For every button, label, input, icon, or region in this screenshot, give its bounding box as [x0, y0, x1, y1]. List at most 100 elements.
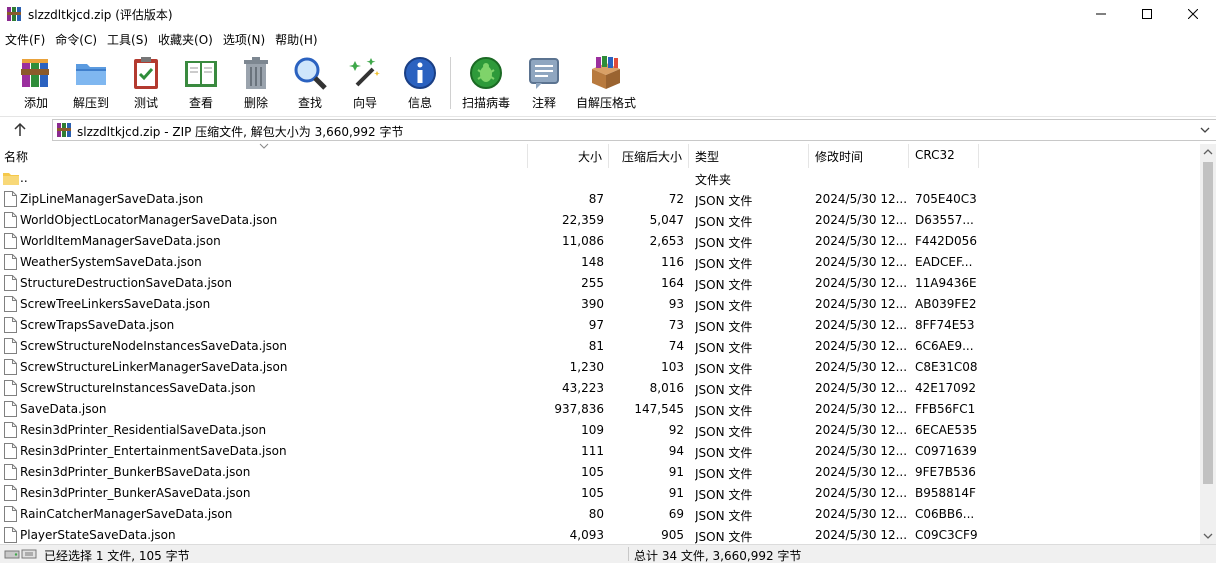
cell-name: ScrewStructureInstancesSaveData.json: [20, 381, 256, 395]
menu-help[interactable]: 帮助(H): [270, 28, 322, 50]
scroll-up-icon[interactable]: [1203, 148, 1213, 156]
cell-packed: 72: [668, 192, 684, 206]
file-icon: [4, 212, 17, 228]
sfx-button[interactable]: 自解压格式: [574, 53, 638, 113]
menu-file[interactable]: 文件(F): [0, 28, 50, 50]
cell-size: 11,086: [562, 234, 604, 248]
cell-type: JSON 文件: [695, 509, 753, 523]
cell-packed: 147,545: [634, 402, 684, 416]
file-row[interactable]: .. 文件夹: [0, 168, 1200, 189]
file-row[interactable]: StructureDestructionSaveData.json 255 164 J…: [0, 273, 1200, 294]
cell-crc: 42E17092: [915, 381, 977, 395]
wizard-button[interactable]: 向导: [342, 53, 388, 113]
file-row[interactable]: ScrewStructureNodeInstancesSaveData.json…: [0, 336, 1200, 357]
close-button[interactable]: [1170, 0, 1216, 28]
file-row[interactable]: PlayerStateSaveData.json 4,093 905 JSON 文件 2…: [0, 525, 1200, 544]
cell-packed: 69: [668, 507, 684, 521]
cell-size: 81: [588, 339, 604, 353]
cell-crc: B958814F: [915, 486, 976, 500]
wizard-label: 向导: [352, 96, 377, 110]
cell-name: WorldObjectLocatorManagerSaveData.json: [20, 213, 278, 227]
minimize-button[interactable]: [1078, 0, 1124, 28]
file-row[interactable]: RainCatcherManagerSaveData.json 80 69 JSON …: [0, 504, 1200, 525]
view-button[interactable]: 查看: [178, 53, 224, 113]
cell-size: 1,230: [569, 360, 604, 374]
cell-size: 937,836: [554, 402, 604, 416]
menu-bar: 文件(F) 命令(C) 工具(S) 收藏夹(O) 选项(N) 帮助(H): [0, 28, 1216, 50]
file-row[interactable]: SaveData.json 937,836 147,545 JSON 文件 2024/5…: [0, 399, 1200, 420]
extract-to-button[interactable]: 解压到: [68, 53, 114, 113]
column-packed[interactable]: 压缩后大小: [609, 144, 689, 168]
file-row[interactable]: ScrewTreeLinkersSaveData.json 390 93 JSON 文…: [0, 294, 1200, 315]
address-bar: slzzdltkjcd.zip - ZIP 压缩文件, 解包大小为 3,660,…: [0, 116, 1216, 142]
column-crc-label: CRC32: [915, 148, 955, 162]
winrar-app-icon[interactable]: [6, 6, 22, 22]
file-row[interactable]: WorldItemManagerSaveData.json 11,086 2,653…: [0, 231, 1200, 252]
file-row[interactable]: ScrewStructureInstancesSaveData.json 43,2…: [0, 378, 1200, 399]
menu-options[interactable]: 选项(N): [218, 28, 270, 50]
menu-commands[interactable]: 命令(C): [50, 28, 102, 50]
selection-status: 已经选择 1 文件, 105 字节: [44, 549, 190, 563]
chevron-down-icon[interactable]: [1198, 123, 1212, 137]
file-row[interactable]: WeatherSystemSaveData.json 148 116 JSON 文件 2…: [0, 252, 1200, 273]
file-row[interactable]: Resin3dPrinter_EntertainmentSaveData.jso…: [0, 441, 1200, 462]
file-icon: [4, 338, 17, 354]
column-name[interactable]: 名称: [0, 143, 528, 168]
cell-type: JSON 文件: [695, 215, 753, 229]
cell-packed: 116: [661, 255, 684, 269]
cell-type: JSON 文件: [695, 446, 753, 460]
cell-packed: 73: [668, 318, 684, 332]
sort-indicator-icon: [259, 143, 269, 149]
cell-size: 255: [581, 276, 604, 290]
cell-modified: 2024/5/30 12...: [815, 276, 907, 290]
cell-modified: 2024/5/30 12...: [815, 507, 907, 521]
column-modified[interactable]: 修改时间: [809, 144, 909, 168]
add-button[interactable]: 添加: [14, 53, 58, 113]
cell-crc: FFB56FC1: [915, 402, 976, 416]
info-button[interactable]: 信息: [398, 53, 442, 113]
maximize-button[interactable]: [1124, 0, 1170, 28]
cell-type: JSON 文件: [695, 236, 753, 250]
cell-modified: 2024/5/30 12...: [815, 402, 907, 416]
file-row[interactable]: Resin3dPrinter_ResidentialSaveData.json 1…: [0, 420, 1200, 441]
menu-favorites[interactable]: 收藏夹(O): [153, 28, 218, 50]
cell-modified: 2024/5/30 12...: [815, 318, 907, 332]
virus-scan-button[interactable]: 扫描病毒: [458, 53, 514, 113]
test-button[interactable]: 测试: [124, 53, 168, 113]
column-size[interactable]: 大小: [528, 144, 609, 168]
view-label: 查看: [188, 96, 213, 110]
cell-size: 148: [581, 255, 604, 269]
menu-tools[interactable]: 工具(S): [102, 28, 153, 50]
scroll-thumb[interactable]: [1203, 162, 1213, 484]
cell-name: WeatherSystemSaveData.json: [20, 255, 202, 269]
cell-crc: C09C3CF9: [915, 528, 977, 542]
cell-type: JSON 文件: [695, 278, 753, 292]
file-row[interactable]: Resin3dPrinter_BunkerASaveData.json 105 91…: [0, 483, 1200, 504]
cell-modified: 2024/5/30 12...: [815, 255, 907, 269]
cell-type: JSON 文件: [695, 404, 753, 418]
scroll-down-icon[interactable]: [1203, 532, 1213, 540]
archive-path: slzzdltkjcd.zip - ZIP 压缩文件, 解包大小为 3,660,…: [77, 125, 404, 139]
cell-type: JSON 文件: [695, 341, 753, 355]
cell-name: RainCatcherManagerSaveData.json: [20, 507, 233, 521]
file-row[interactable]: ZipLineManagerSaveData.json 87 72 JSON 文件 20…: [0, 189, 1200, 210]
comment-button[interactable]: 注释: [522, 53, 566, 113]
column-crc[interactable]: CRC32: [909, 144, 979, 168]
delete-button[interactable]: 删除: [234, 53, 278, 113]
file-row[interactable]: Resin3dPrinter_BunkerBSaveData.json 105 91…: [0, 462, 1200, 483]
cell-size: 111: [581, 444, 604, 458]
find-button[interactable]: 查找: [288, 53, 332, 113]
file-row[interactable]: ScrewTrapsSaveData.json 97 73 JSON 文件 2024/5…: [0, 315, 1200, 336]
path-field[interactable]: slzzdltkjcd.zip - ZIP 压缩文件, 解包大小为 3,660,…: [52, 119, 1216, 141]
cell-type: JSON 文件: [695, 425, 753, 439]
vertical-scrollbar[interactable]: [1200, 144, 1216, 544]
extract-folder-icon: [76, 64, 106, 85]
cell-type: JSON 文件: [695, 299, 753, 313]
column-type[interactable]: 类型: [689, 144, 809, 168]
file-row[interactable]: WorldObjectLocatorManagerSaveData.json 22…: [0, 210, 1200, 231]
drive-status-icon: [4, 549, 37, 559]
cell-name: SaveData.json: [20, 402, 107, 416]
file-icon: [4, 191, 17, 207]
up-arrow-icon[interactable]: [10, 120, 30, 140]
file-row[interactable]: ScrewStructureLinkerManagerSaveData.json…: [0, 357, 1200, 378]
